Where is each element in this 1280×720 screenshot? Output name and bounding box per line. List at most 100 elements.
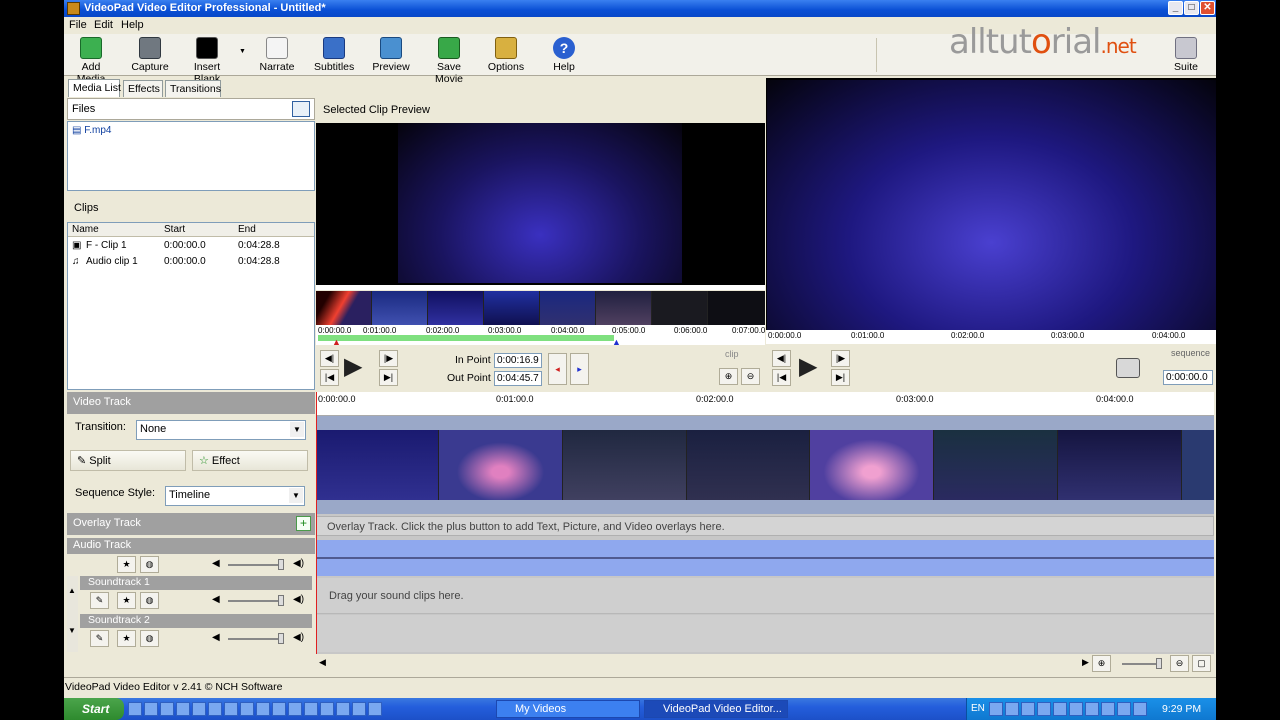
slider-knob[interactable] <box>1156 658 1162 669</box>
help-button[interactable]: ? Help <box>544 37 584 73</box>
start-button[interactable]: Start <box>64 698 124 720</box>
slider-knob[interactable] <box>278 595 284 606</box>
tray-icon[interactable] <box>1053 702 1067 716</box>
language-indicator[interactable]: EN <box>971 703 985 714</box>
preview-button[interactable]: Preview <box>371 37 411 73</box>
clip-preview-video[interactable] <box>398 123 682 283</box>
snapshot-camera-icon[interactable] <box>1116 358 1140 378</box>
tray-icon[interactable] <box>1117 702 1131 716</box>
insert-blank-dropdown-icon[interactable]: ▼ <box>239 48 246 55</box>
quicklaunch-icon[interactable] <box>304 702 318 716</box>
zoom-out-icon[interactable]: ⊖ <box>741 368 760 385</box>
quicklaunch-icon[interactable] <box>240 702 254 716</box>
quicklaunch-icon[interactable] <box>272 702 286 716</box>
soundtrack-2-star-icon[interactable]: ★ <box>117 630 136 647</box>
clip-filmstrip[interactable] <box>316 291 765 325</box>
tray-icon[interactable] <box>1021 702 1035 716</box>
video-track-clips[interactable] <box>316 430 1214 500</box>
soundtrack-2-volume-icon[interactable]: ◍ <box>140 630 159 647</box>
soundtrack-1-volume-icon[interactable]: ◍ <box>140 592 159 609</box>
prev-frame-button[interactable]: ◀| <box>320 350 339 367</box>
out-marker-icon[interactable]: ▲ <box>612 337 621 347</box>
scroll-up-icon[interactable]: ▲ <box>68 586 76 595</box>
seq-play-button[interactable]: ▶ <box>799 352 827 382</box>
overlay-track-lane[interactable]: Overlay Track. Click the plus button to … <box>316 516 1214 536</box>
scroll-down-icon[interactable]: ▼ <box>68 626 76 635</box>
close-button[interactable]: ✕ <box>1200 1 1215 15</box>
quicklaunch-icon[interactable] <box>288 702 302 716</box>
clock[interactable]: 9:29 PM <box>1162 703 1201 715</box>
clip-play-button[interactable]: ▶ <box>344 352 372 382</box>
seq-go-start-button[interactable]: |◀ <box>772 369 791 386</box>
seq-go-end-button[interactable]: ▶| <box>831 369 850 386</box>
suite-button[interactable]: Suite <box>1166 37 1206 73</box>
track-scrollbar[interactable]: ▲ ▼ <box>67 576 78 652</box>
tray-icon[interactable] <box>1069 702 1083 716</box>
seq-next-frame-button[interactable]: |▶ <box>831 350 850 367</box>
go-end-button[interactable]: ▶| <box>379 369 398 386</box>
slider-knob[interactable] <box>278 633 284 644</box>
timeline-zoom-slider[interactable] <box>1122 658 1162 669</box>
menu-file[interactable]: File <box>69 19 87 31</box>
table-row[interactable]: ♫ Audio clip 1 0:00:00.0 0:04:28.8 <box>68 255 314 270</box>
seq-prev-frame-button[interactable]: ◀| <box>772 350 791 367</box>
soundtrack-1-edit-icon[interactable]: ✎ <box>90 592 109 609</box>
tab-effects[interactable]: Effects <box>123 80 163 97</box>
quicklaunch-icon[interactable] <box>192 702 206 716</box>
col-end[interactable]: End <box>238 224 256 235</box>
speaker-mute-icon[interactable]: ◀ <box>212 558 220 569</box>
speaker-mute-icon[interactable]: ◀ <box>212 594 220 605</box>
scroll-right-icon[interactable]: ▶ <box>1082 657 1089 668</box>
soundtrack-1-lane[interactable]: Drag your sound clips here. <box>316 578 1214 614</box>
quicklaunch-icon[interactable] <box>176 702 190 716</box>
audio-effect-star-icon[interactable]: ★ <box>117 556 136 573</box>
soundtrack-2-lane[interactable] <box>316 615 1214 652</box>
scroll-left-icon[interactable]: ◀ <box>319 657 326 668</box>
in-marker-icon[interactable]: ▲ <box>332 337 341 347</box>
soundtrack-1-star-icon[interactable]: ★ <box>117 592 136 609</box>
audio-waveform[interactable] <box>316 540 1214 576</box>
timeline-ruler[interactable]: 0:00:00.0 0:01:00.0 0:02:00.0 0:03:00.0 … <box>316 392 1214 416</box>
quicklaunch-icon[interactable] <box>208 702 222 716</box>
table-row[interactable]: ▣ F - Clip 1 0:00:00.0 0:04:28.8 <box>68 239 314 254</box>
speaker-mute-icon[interactable]: ◀ <box>212 632 220 643</box>
maximize-button[interactable]: □ <box>1184 1 1199 15</box>
quicklaunch-icon[interactable] <box>224 702 238 716</box>
quicklaunch-icon[interactable] <box>320 702 334 716</box>
set-in-point-button[interactable]: ◂ <box>548 353 567 385</box>
speaker-loud-icon[interactable]: ◀) <box>293 632 304 643</box>
title-bar[interactable]: VideoPad Video Editor Professional - Unt… <box>64 0 1216 17</box>
soundtrack-2-volume-slider[interactable] <box>228 633 284 644</box>
tray-icon[interactable] <box>989 702 1003 716</box>
tray-icon[interactable] <box>1037 702 1051 716</box>
soundtrack-1-volume-slider[interactable] <box>228 595 284 606</box>
audio-volume-slider[interactable] <box>228 559 284 570</box>
subtitles-button[interactable]: Subtitles <box>314 37 354 73</box>
taskbar-item-my-videos[interactable]: My Videos <box>496 700 640 718</box>
sequence-preview-video[interactable] <box>767 80 1216 330</box>
quicklaunch-icon[interactable] <box>256 702 270 716</box>
sequence-timecode[interactable]: 0:00:00.0 <box>1163 370 1213 385</box>
set-out-point-button[interactable]: ▸ <box>570 353 589 385</box>
next-frame-button[interactable]: |▶ <box>379 350 398 367</box>
minimize-button[interactable]: _ <box>1168 1 1183 15</box>
menu-help[interactable]: Help <box>121 19 144 31</box>
tab-media-list[interactable]: Media List <box>68 79 121 97</box>
soundtrack-2-edit-icon[interactable]: ✎ <box>90 630 109 647</box>
capture-button[interactable]: Capture <box>130 37 170 73</box>
slider-knob[interactable] <box>278 559 284 570</box>
sequence-style-select[interactable]: Timeline ▼ <box>165 486 305 506</box>
save-movie-button[interactable]: Save Movie <box>422 37 476 85</box>
sequence-ruler[interactable]: 0:00:00.0 0:01:00.0 0:02:00.0 0:03:00.0 … <box>766 330 1216 344</box>
timeline-fit-icon[interactable]: ▢ <box>1192 655 1211 672</box>
quicklaunch-icon[interactable] <box>144 702 158 716</box>
audio-volume-button-icon[interactable]: ◍ <box>140 556 159 573</box>
clip-ruler[interactable]: 0:00:00.0 0:01:00.0 0:02:00.0 0:03:00.0 … <box>316 325 765 347</box>
tray-icon[interactable] <box>1085 702 1099 716</box>
effect-button[interactable]: ☆ Effect <box>192 450 308 471</box>
taskbar-item-videopad[interactable]: VideoPad Video Editor... <box>644 700 788 718</box>
playhead[interactable] <box>316 392 317 654</box>
out-point-field[interactable]: 0:04:45.7 <box>494 371 542 386</box>
options-button[interactable]: Options <box>486 37 526 73</box>
timeline-zoom-in-icon[interactable]: ⊕ <box>1092 655 1111 672</box>
